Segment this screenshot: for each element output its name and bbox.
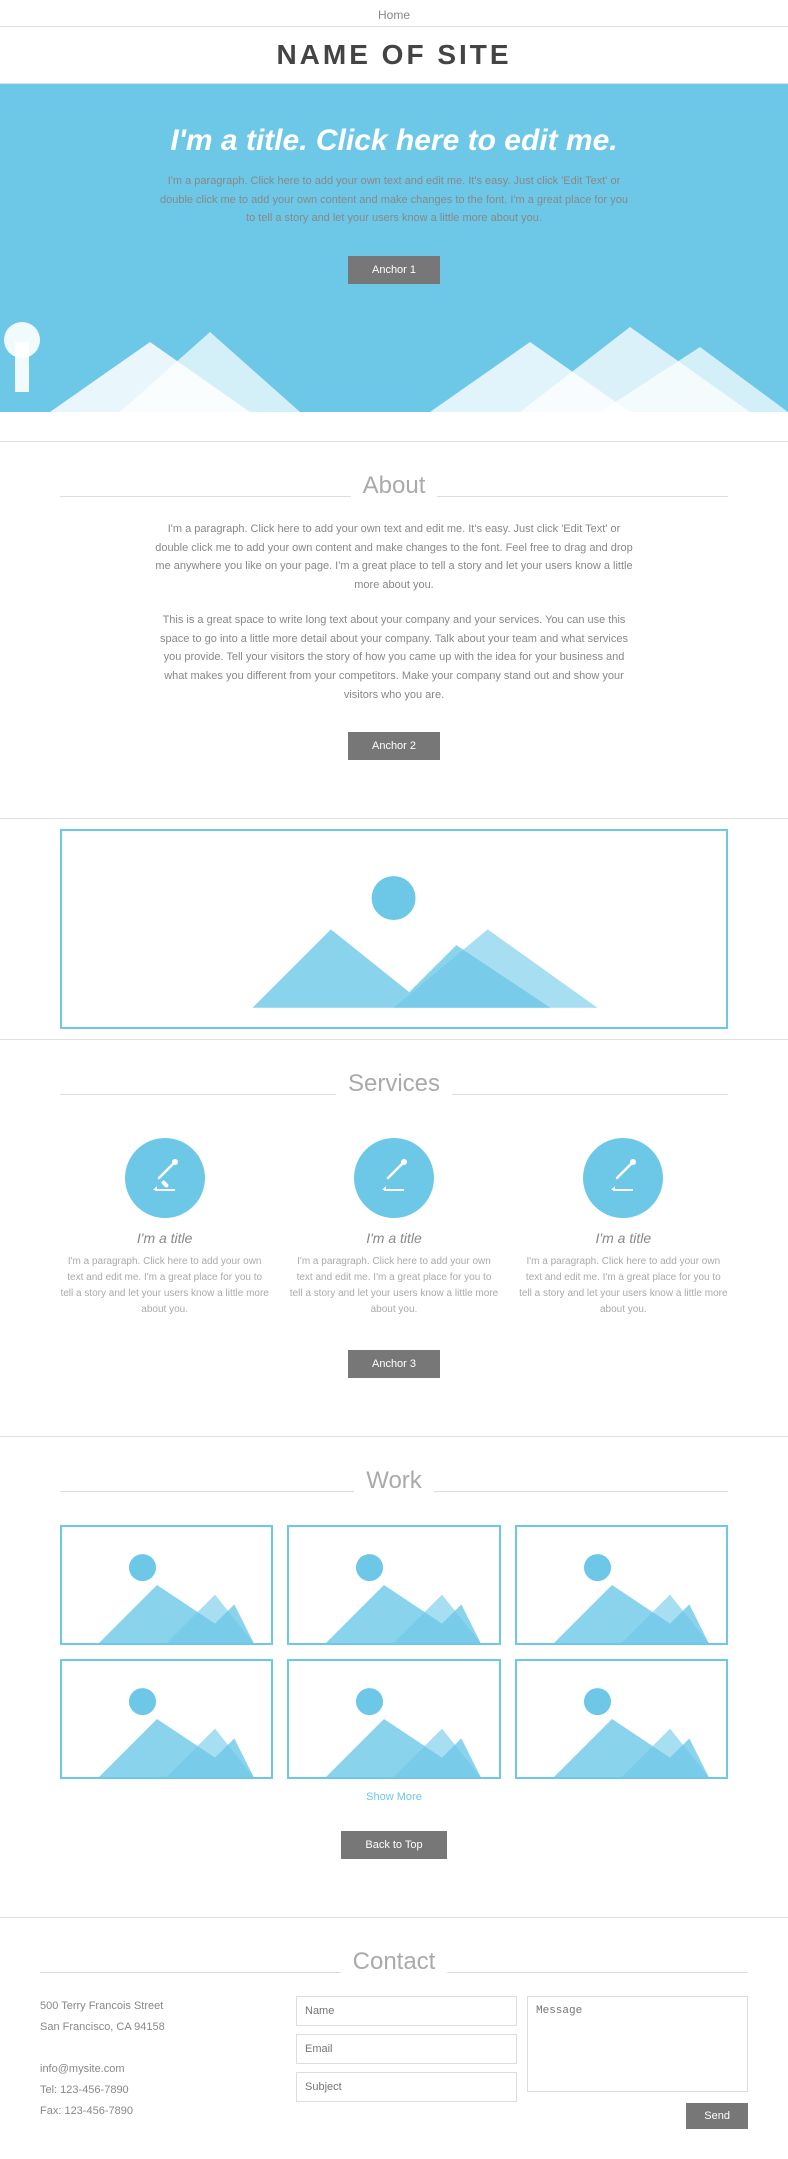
work-item-2[interactable] [287, 1525, 500, 1645]
hero-paragraph[interactable]: I'm a paragraph. Click here to add your … [154, 172, 634, 228]
contact-section: Contact 500 Terry Francois Street San Fr… [0, 1918, 788, 2159]
work-section: Work [0, 1437, 788, 1918]
back-to-top-button[interactable]: Back to Top [341, 1831, 446, 1859]
work-item-1[interactable] [60, 1525, 273, 1645]
services-section: Services I'm a title I'm a paragraph. Cl… [0, 1040, 788, 1437]
contact-fax: Fax: 123-456-7890 [40, 2101, 266, 2122]
services-row: I'm a title I'm a paragraph. Click here … [60, 1138, 728, 1318]
form-right: Send [527, 1996, 748, 2129]
service-para-3[interactable]: I'm a paragraph. Click here to add your … [519, 1254, 728, 1318]
name-input[interactable] [296, 1996, 517, 2026]
hero-image-section [0, 819, 788, 1040]
services-title: Services [348, 1070, 440, 1098]
contact-tel: Tel: 123-456-7890 [40, 2080, 266, 2101]
work-item-5[interactable] [287, 1659, 500, 1779]
subject-input[interactable] [296, 2072, 517, 2102]
work-title-line: Work [60, 1467, 728, 1515]
service-title-1[interactable]: I'm a title [60, 1230, 269, 1246]
service-item-3: I'm a title I'm a paragraph. Click here … [519, 1138, 728, 1318]
service-title-2[interactable]: I'm a title [289, 1230, 498, 1246]
contact-form: Send [296, 1996, 748, 2129]
anchor-2-button[interactable]: Anchor 2 [348, 732, 440, 760]
work-item-4[interactable] [60, 1659, 273, 1779]
service-item-2: I'm a title I'm a paragraph. Click here … [289, 1138, 498, 1318]
work-item-6[interactable] [515, 1659, 728, 1779]
about-para-2[interactable]: This is a great space to write long text… [154, 611, 634, 704]
about-title-line: About [60, 472, 728, 520]
home-link[interactable]: Home [378, 8, 410, 22]
about-title: About [363, 472, 426, 500]
site-title: NAME OF SITE [0, 27, 788, 84]
service-para-1[interactable]: I'm a paragraph. Click here to add your … [60, 1254, 269, 1318]
anchor-1-button[interactable]: Anchor 1 [348, 256, 440, 284]
hero-title[interactable]: I'm a title. Click here to edit me. [20, 124, 768, 158]
work-grid [60, 1525, 728, 1779]
hero-image-placeholder [60, 829, 728, 1029]
hero-section: I'm a title. Click here to edit me. I'm … [0, 84, 788, 412]
service-para-2[interactable]: I'm a paragraph. Click here to add your … [289, 1254, 498, 1318]
service-item-1: I'm a title I'm a paragraph. Click here … [60, 1138, 269, 1318]
message-textarea[interactable] [527, 1996, 748, 2092]
address-line1: 500 Terry Francois Street [40, 1996, 266, 2017]
work-item-3[interactable] [515, 1525, 728, 1645]
about-section: About I'm a paragraph. Click here to add… [0, 442, 788, 819]
contact-email[interactable]: info@mysite.com [40, 2059, 266, 2080]
services-title-line: Services [60, 1070, 728, 1118]
contact-content: 500 Terry Francois Street San Francisco,… [40, 1996, 748, 2129]
submit-button[interactable]: Send [686, 2103, 748, 2129]
spacer-1 [0, 412, 788, 442]
contact-info: 500 Terry Francois Street San Francisco,… [40, 1996, 266, 2121]
address-line2: San Francisco, CA 94158 [40, 2017, 266, 2038]
contact-title-line: Contact [40, 1948, 748, 1996]
service-icon-1 [125, 1138, 205, 1218]
service-title-3[interactable]: I'm a title [519, 1230, 728, 1246]
show-more-link[interactable]: Show More [60, 1791, 728, 1803]
about-para-1[interactable]: I'm a paragraph. Click here to add your … [154, 520, 634, 595]
anchor-3-button[interactable]: Anchor 3 [348, 1350, 440, 1378]
email-input[interactable] [296, 2034, 517, 2064]
hero-mountains [0, 312, 788, 412]
contact-title: Contact [353, 1948, 436, 1976]
nav-bar: Home [0, 0, 788, 27]
service-icon-3 [583, 1138, 663, 1218]
form-left [296, 1996, 517, 2129]
work-title: Work [366, 1467, 422, 1495]
service-icon-2 [354, 1138, 434, 1218]
